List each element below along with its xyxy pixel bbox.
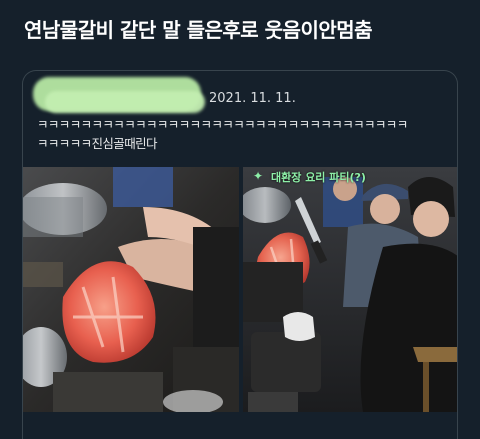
media-grid: ✦ 대환장 요리 파티(?) xyxy=(23,167,457,412)
quote-date: 2021. 11. 11. xyxy=(209,91,296,106)
video-caption-overlay: 대환장 요리 파티(?) xyxy=(271,171,366,184)
post-title: 연남물갈비 같단 말 들은후로 웃음이안멈춤 xyxy=(24,18,373,42)
quote-text-line: ㅋㅋㅋㅋㅋㅋㅋㅋㅋㅋㅋㅋㅋㅋㅋㅋㅋㅋㅋㅋㅋㅋㅋㅋㅋㅋㅋㅋㅋㅋㅋㅋㅋㅋ xyxy=(37,117,408,132)
quote-body: ㅋㅋㅋㅋㅋㅋㅋㅋㅋㅋㅋㅋㅋㅋㅋㅋㅋㅋㅋㅋㅋㅋㅋㅋㅋㅋㅋㅋㅋㅋㅋㅋㅋㅋ ㅋㅋㅋㅋㅋ… xyxy=(37,115,447,153)
quoted-tweet-card[interactable]: 2021. 11. 11. ㅋㅋㅋㅋㅋㅋㅋㅋㅋㅋㅋㅋㅋㅋㅋㅋㅋㅋㅋㅋㅋㅋㅋㅋㅋㅋ… xyxy=(22,70,458,439)
quote-header: 2021. 11. 11. xyxy=(33,77,333,113)
redacted-username-overlay xyxy=(45,91,205,113)
quote-text-line: ㅋㅋㅋㅋㅋ진심골때린다 xyxy=(37,136,158,151)
sparkle-icon: ✦ xyxy=(253,169,264,183)
media-image-right[interactable]: ✦ 대환장 요리 파티(?) xyxy=(243,167,457,412)
media-image-left[interactable] xyxy=(23,167,241,412)
